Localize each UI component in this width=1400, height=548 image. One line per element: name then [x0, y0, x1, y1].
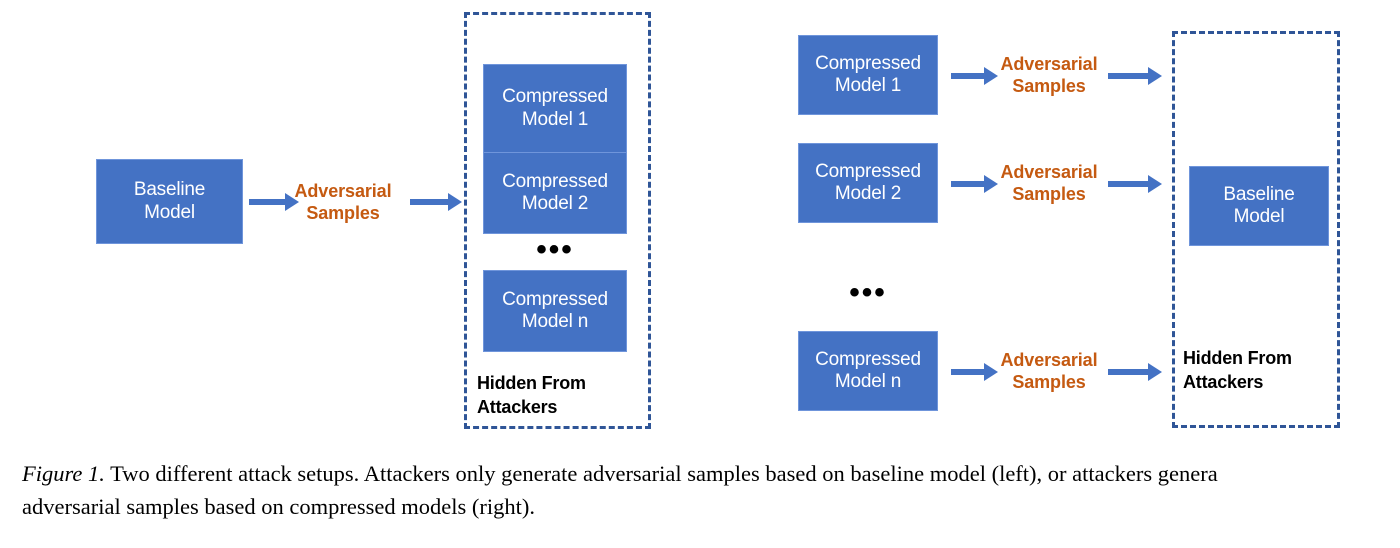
caption-line-2: adversarial samples based on compressed … [22, 493, 535, 519]
figure-caption: Figure 1. Two different attack setups. A… [22, 458, 1400, 523]
right-adversarial-samples-2-line2: Samples [1012, 184, 1086, 204]
right-arrow-adversarial-1-to-hidden [1108, 67, 1162, 85]
left-adversarial-samples-line2: Samples [306, 203, 380, 223]
left-adversarial-samples-label: Adversarial Samples [277, 176, 409, 230]
right-adversarial-samples-n-line1: Adversarial [1000, 350, 1098, 371]
arrow-right-icon [448, 193, 462, 211]
right-hidden-from-attackers-label: Hidden From Attackers [1183, 347, 1353, 397]
left-compressed-model-n-line2: Model n [521, 311, 589, 332]
arrow-shaft [1108, 73, 1148, 79]
arrow-shaft [1108, 369, 1148, 375]
arrow-shaft [951, 181, 984, 187]
left-baseline-model-line1: Baseline [133, 179, 206, 201]
right-adversarial-samples-1-line2: Samples [1012, 76, 1086, 96]
right-hidden-label-line1: Hidden From [1183, 348, 1292, 368]
right-compressed-model-2-line2: Model 2 [834, 183, 902, 204]
right-ellipsis: ••• [849, 276, 887, 309]
right-adversarial-samples-1-line1: Adversarial [1000, 54, 1098, 75]
left-compressed-model-1-line2: Model 1 [521, 108, 589, 130]
right-adversarial-samples-2-line1: Adversarial [1000, 162, 1098, 183]
right-adversarial-samples-n-label: Adversarial Samples [993, 345, 1105, 399]
left-arrow-adversarial-to-hidden [410, 193, 462, 211]
right-arrow-adversarial-n-to-hidden [1108, 363, 1162, 381]
right-compressed-model-1-line1: Compressed [815, 52, 921, 74]
left-compressed-model-2-line2: Model 2 [521, 193, 589, 214]
caption-line-1-text: Two different attack setups. Attackers o… [104, 461, 1218, 486]
left-compressed-model-1-line1: Compressed [502, 86, 608, 108]
right-compressed-model-n-line1: Compressed [815, 348, 921, 370]
left-ellipsis: ••• [536, 233, 574, 266]
left-hidden-label-line1: Hidden From [477, 373, 586, 393]
left-compressed-model-2-box[interactable]: Compressed Model 2 [483, 152, 627, 234]
right-baseline-model-box[interactable]: Baseline Model [1189, 166, 1329, 246]
right-compressed-model-2-line1: Compressed [815, 160, 921, 182]
figure-number: Figure 1. [22, 461, 105, 486]
left-compressed-model-1-box[interactable]: Compressed Model 1 [483, 64, 627, 153]
right-compressed-model-n-box[interactable]: Compressed Model n [798, 331, 938, 411]
right-arrow-adversarial-2-to-hidden [1108, 175, 1162, 193]
left-compressed-model-2-line1: Compressed [502, 170, 608, 192]
right-hidden-label-line2: Attackers [1183, 371, 1264, 392]
arrow-shaft [951, 73, 984, 79]
right-compressed-model-1-line2: Model 1 [834, 75, 902, 96]
arrow-right-icon [1148, 67, 1162, 85]
left-compressed-model-n-box[interactable]: Compressed Model n [483, 270, 627, 352]
right-compressed-model-1-box[interactable]: Compressed Model 1 [798, 35, 938, 115]
left-hidden-label-line2: Attackers [477, 396, 558, 417]
right-baseline-model-line2: Model [1233, 206, 1285, 227]
arrow-shaft [1108, 181, 1148, 187]
right-adversarial-samples-1-label: Adversarial Samples [993, 49, 1105, 103]
left-hidden-from-attackers-label: Hidden From Attackers [477, 372, 647, 422]
right-compressed-model-2-box[interactable]: Compressed Model 2 [798, 143, 938, 223]
caption-line-1: Figure 1. Two different attack setups. A… [22, 458, 1400, 491]
right-baseline-model-line1: Baseline [1223, 183, 1295, 205]
arrow-shaft [951, 369, 984, 375]
right-adversarial-samples-2-label: Adversarial Samples [993, 157, 1105, 211]
left-compressed-model-n-line1: Compressed [502, 288, 608, 310]
left-baseline-model-box[interactable]: Baseline Model [96, 159, 243, 244]
arrow-right-icon [1148, 175, 1162, 193]
right-adversarial-samples-n-line2: Samples [1012, 372, 1086, 392]
arrow-right-icon [1148, 363, 1162, 381]
right-compressed-model-n-line2: Model n [834, 371, 902, 392]
left-baseline-model-line2: Model [144, 201, 195, 223]
right-arrow-model-2-to-adversarial [951, 175, 998, 193]
right-arrow-model-1-to-adversarial [951, 67, 998, 85]
arrow-shaft [410, 199, 448, 205]
left-adversarial-samples-line1: Adversarial [294, 181, 392, 202]
right-arrow-model-n-to-adversarial [951, 363, 998, 381]
